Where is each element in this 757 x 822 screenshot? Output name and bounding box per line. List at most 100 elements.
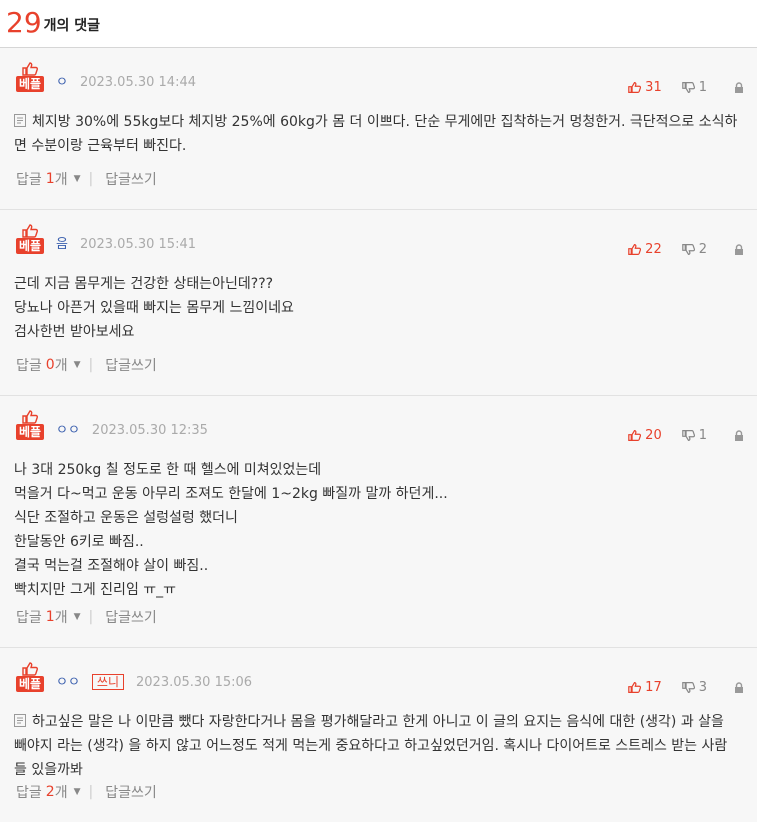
comment-author[interactable]: ㅇㅇ [56,671,80,690]
comment-line: 빡치지만 그게 진리임 ㅠ_ㅠ [14,582,177,598]
comment-line: 당뇨나 아픈거 있을때 빠지는 몸무게 느낌이네요 [14,300,294,316]
upvote-count: 22 [645,242,662,257]
thumbs-up-icon [628,82,642,93]
lock-icon [735,429,743,441]
downvote-button[interactable]: 3 [681,680,707,695]
comment-line: 검사한번 받아보세요 [14,324,135,340]
chevron-down-icon: ▼ [73,174,81,184]
best-badge-wrap: 베플 [14,662,46,692]
divider: | [88,784,94,800]
downvote-count: 1 [698,80,707,95]
upvote-count: 31 [645,80,662,95]
comments-header: 29 개의 댓글 [0,0,757,48]
comment-count-label: 개의 댓글 [43,18,101,34]
reply-count: 1 [45,609,55,625]
write-reply-button[interactable]: 답글쓰기 [105,169,157,189]
thumbs-down-icon [681,82,695,93]
reply-count-suffix: 개 [54,785,68,801]
comment-item: 베플 ㅇ 2023.05.30 14:44 31 1 체지방 30%에 55kg… [0,48,757,210]
reply-count-suffix: 개 [54,358,68,374]
downvote-button[interactable]: 1 [681,428,707,443]
report-button[interactable] [733,681,745,694]
comment-date: 2023.05.30 12:35 [91,423,208,438]
divider: | [88,171,94,187]
upvote-button[interactable]: 22 [628,242,662,257]
comment-count: 29 [6,6,42,39]
lock-icon [735,243,743,255]
thumbs-up-icon [628,682,642,693]
thumbs-down-icon [681,244,695,255]
comment-line: 결국 먹는걸 조절해야 살이 빠짐.. [14,558,209,574]
best-badge: 베플 [15,424,45,440]
thumbs-up-icon [22,62,38,76]
reply-count: 0 [45,357,55,373]
reply-count-suffix: 개 [54,610,68,626]
comment-body: 나 3대 250kg 칠 정도로 한 때 헬스에 미쳐있었는데 먹을거 다~먹고… [14,458,743,602]
report-button[interactable] [733,429,745,442]
downvote-button[interactable]: 1 [681,80,707,95]
thumbs-down-icon [681,682,695,693]
memo-icon [14,114,26,127]
write-reply-button[interactable]: 답글쓰기 [105,607,157,627]
downvote-button[interactable]: 2 [681,242,707,257]
comment-text: 하고싶은 말은 나 이만큼 뺐다 자랑한다거나 몸을 평가해달라고 한게 아니고… [14,714,728,778]
upvote-button[interactable]: 20 [628,428,662,443]
thumbs-up-icon [22,410,38,424]
best-badge: 베플 [15,76,45,92]
best-badge-wrap: 베플 [14,62,46,92]
downvote-count: 2 [698,242,707,257]
thumbs-up-icon [22,662,38,676]
lock-icon [735,81,743,93]
writer-tag: 쓰니 [91,674,125,690]
best-badge: 베플 [15,676,45,692]
report-button[interactable] [733,81,745,94]
comment-author[interactable]: ㅇ [56,71,68,90]
comment-line: 식단 조절하고 운동은 설렁설렁 했더니 [14,510,238,526]
comment-line: 근데 지금 몸무게는 건강한 상태는아닌데??? [14,276,274,292]
reply-toggle[interactable]: 답글 0개 ▼ [16,355,81,375]
report-button[interactable] [733,243,745,256]
write-reply-button[interactable]: 답글쓰기 [105,782,157,802]
downvote-count: 3 [698,680,707,695]
upvote-button[interactable]: 17 [628,680,662,695]
thumbs-down-icon [681,430,695,441]
thumbs-up-icon [628,244,642,255]
best-badge: 베플 [15,238,45,254]
reply-label: 답글 [16,610,42,626]
best-badge-wrap: 베플 [14,224,46,254]
divider: | [88,357,94,373]
thumbs-up-icon [628,430,642,441]
comment-date: 2023.05.30 15:06 [136,675,253,690]
reply-toggle[interactable]: 답글 1개 ▼ [16,169,81,189]
reply-count: 2 [45,784,55,800]
comment-author[interactable]: ㅇㅇ [56,419,80,438]
reply-count: 1 [45,171,55,187]
reply-label: 답글 [16,785,42,801]
comment-line: 한달동안 6키로 빠짐.. [14,534,144,550]
upvote-button[interactable]: 31 [628,80,662,95]
chevron-down-icon: ▼ [73,787,81,797]
upvote-count: 20 [645,428,662,443]
comment-date: 2023.05.30 14:44 [79,75,196,90]
divider: | [88,609,94,625]
comment-item: 베플 음 2023.05.30 15:41 22 2 근데 지금 몸무게는 건강… [0,210,757,396]
comment-body: 하고싶은 말은 나 이만큼 뺐다 자랑한다거나 몸을 평가해달라고 한게 아니고… [14,710,743,782]
upvote-count: 17 [645,680,662,695]
thumbs-up-icon [22,224,38,238]
comment-body: 체지방 30%에 55kg보다 체지방 25%에 60kg가 몸 더 이쁘다. … [14,110,743,158]
reply-toggle[interactable]: 답글 1개 ▼ [16,607,81,627]
reply-toggle[interactable]: 답글 2개 ▼ [16,782,81,802]
downvote-count: 1 [698,428,707,443]
write-reply-button[interactable]: 답글쓰기 [105,355,157,375]
reply-label: 답글 [16,172,42,188]
comment-item: 베플 ㅇㅇ 2023.05.30 12:35 20 1 나 3대 250kg 칠… [0,396,757,648]
reply-label: 답글 [16,358,42,374]
comment-line: 나 3대 250kg 칠 정도로 한 때 헬스에 미쳐있었는데 [14,462,322,478]
comment-author[interactable]: 음 [56,233,68,252]
chevron-down-icon: ▼ [73,360,81,370]
reply-count-suffix: 개 [54,172,68,188]
chevron-down-icon: ▼ [73,612,81,622]
comment-item: 베플 ㅇㅇ 쓰니 2023.05.30 15:06 17 3 하고싶은 말은 나… [0,648,757,822]
lock-icon [735,681,743,693]
comment-text: 체지방 30%에 55kg보다 체지방 25%에 60kg가 몸 더 이쁘다. … [14,114,738,154]
